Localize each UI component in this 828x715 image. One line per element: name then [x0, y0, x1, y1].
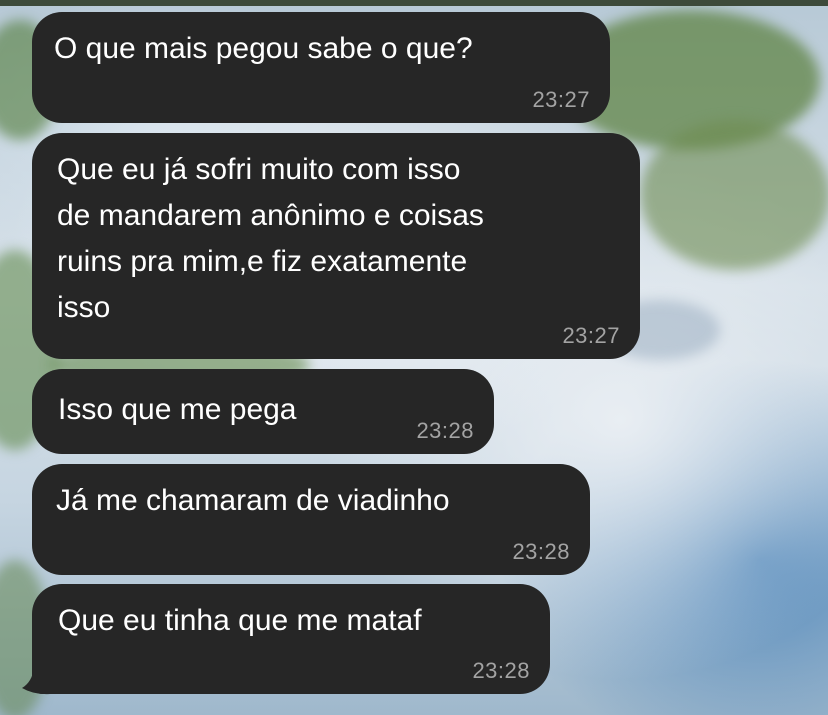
- message-time: 23:28: [472, 658, 530, 683]
- message-text: O que mais pegou sabe o que?: [54, 32, 473, 65]
- message-text: Já me chamaram de viadinho: [56, 484, 450, 517]
- message-bubble[interactable]: Que eu tinha que me mataf 23:28: [32, 584, 550, 694]
- message-time: 23:27: [532, 87, 590, 112]
- message-text: Isso que me pega: [58, 393, 297, 426]
- message-bubble[interactable]: Isso que me pega 23:28: [32, 369, 494, 454]
- message-text: Que eu tinha que me mataf: [58, 604, 422, 637]
- message-bubble[interactable]: Já me chamaram de viadinho 23:28: [32, 464, 590, 575]
- message-time: 23:28: [416, 418, 474, 443]
- message-bubble[interactable]: O que mais pegou sabe o que? 23:27: [32, 12, 610, 123]
- message-time: 23:27: [562, 323, 620, 348]
- message-time: 23:28: [512, 539, 570, 564]
- bubble-tail-icon: [22, 668, 50, 695]
- message-text: Que eu já sofri muito com isso de mandar…: [57, 153, 484, 324]
- top-edge: [0, 0, 828, 6]
- message-bubble[interactable]: Que eu já sofri muito com isso de mandar…: [32, 133, 640, 359]
